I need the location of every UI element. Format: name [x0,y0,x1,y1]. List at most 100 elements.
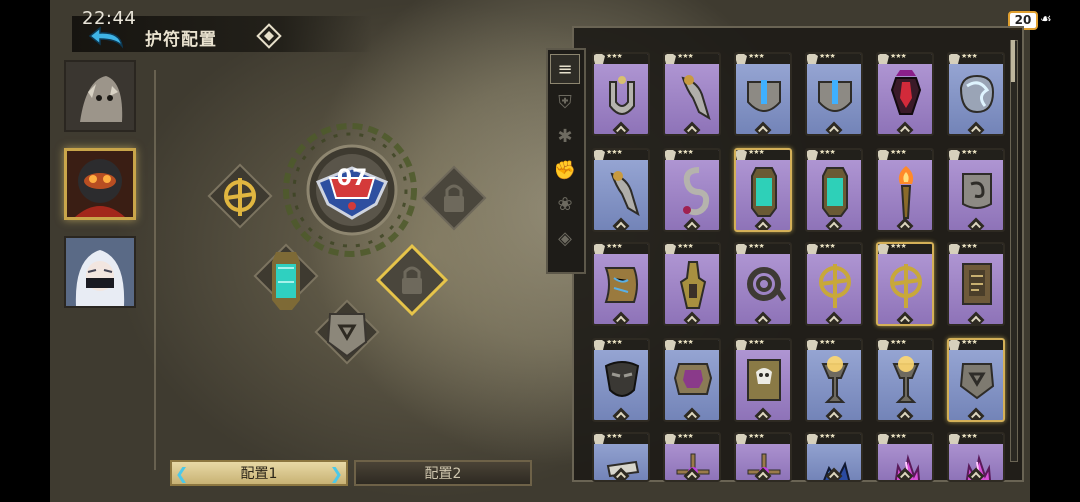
character-slot-girl[interactable] [64,236,136,308]
amulet-card-amethyst-plate[interactable]: ★★★ [663,338,721,422]
amulet-card-red-crystal-totem[interactable]: ★★★ [876,52,934,136]
amulet-card-green-crystal-lantern[interactable]: ★★★ [805,148,863,232]
fist-class-icon[interactable]: ✊ [550,156,580,186]
amulet-card-violet-cross[interactable]: ★★★ [663,432,721,482]
class-badge-icon [807,54,818,64]
class-badge-icon [665,244,676,254]
stone-crest-icon [959,363,995,400]
slot-locked-top-right[interactable] [416,160,492,236]
skull-tome-icon [747,359,781,401]
claw-ring-icon [610,171,640,217]
left-bezel [0,0,50,502]
amulet-card-carved-tablet[interactable]: ★★★ [947,242,1005,326]
amulet-card-skull-tome[interactable]: ★★★ [734,338,792,422]
all-filter-icon[interactable]: ≡ [550,54,580,84]
class-badge-icon [949,244,960,254]
horseshoe-amulet-icon [609,76,635,115]
class-badge-icon [665,54,676,64]
class-badge-icon [665,340,676,350]
class-badge-icon [878,54,889,64]
white-haired-girl-portrait [66,238,134,306]
green-crystal-lantern-icon [751,167,777,217]
amulet-card-pink-crystal-cluster[interactable]: ★★★ [876,432,934,482]
shield-class-icon[interactable]: ⛨ [550,88,580,118]
flame-torch-icon [898,166,914,219]
class-badge-icon [594,54,605,64]
amulet-card-glowing-chalice[interactable]: ★★★ [876,338,934,422]
chevron-right-icon: ❯ [329,464,343,483]
class-badge-icon [949,340,960,350]
class-badge-icon [807,244,818,254]
oil-lamp-icon [679,261,707,309]
amulet-emblem-icon [256,23,282,49]
class-badge-icon [949,54,960,64]
amulet-card-pink-crystal-cluster[interactable]: ★★★ [947,432,1005,482]
amulet-card-coiled-whip[interactable]: ★★★ [734,242,792,326]
back-arrow-icon[interactable] [86,24,132,52]
slot-stone-crest[interactable] [310,292,384,372]
class-badge-icon [736,244,747,254]
carved-tablet-icon [962,263,992,305]
amulet-card-storm-rune-stone[interactable]: ★★★ [947,52,1005,136]
leaf-icon: ☙ [1040,12,1052,27]
red-crystal-totem-icon [890,70,922,115]
serpent-charm-icon [683,167,710,216]
amulet-card-stone-crest[interactable]: ★★★ [947,338,1005,422]
amulet-card-horseshoe-amulet[interactable]: ★★★ [592,52,650,136]
amulet-card-iron-mask[interactable]: ★★★ [592,338,650,422]
tab-label: 配置1 [240,466,278,482]
amulet-card-blue-crystal-horseshoe[interactable]: ★★★ [805,52,863,136]
inventory-scrollbar[interactable] [1010,40,1018,462]
class-badge-icon [878,340,889,350]
scroll-thumb[interactable] [1011,40,1015,82]
class-badge-icon [665,434,676,444]
amulet-card-golden-wheel[interactable]: ★★★ [876,242,934,326]
class-badge-icon [878,434,889,444]
tab-label: 配置2 [424,466,462,482]
wolf-warrior-portrait [66,62,134,130]
class-badge-icon [736,340,747,350]
amulet-card-violet-cross[interactable]: ★★★ [734,432,792,482]
class-badge-icon [807,434,818,444]
page-title: 护符配置 [145,30,217,50]
class-badge-icon [594,434,605,444]
amulet-card-claw-ring[interactable]: ★★★ [663,52,721,136]
class-badge-icon [807,150,818,160]
amethyst-plate-icon [673,363,713,395]
amulet-card-bone-relic[interactable]: ★★★ [592,432,650,482]
divider-line [154,70,156,470]
feather-class-icon[interactable]: ❀ [550,190,580,220]
class-badge-icon [665,150,676,160]
glowing-chalice-icon [892,356,920,403]
character-slot-masked[interactable] [64,148,136,220]
tab-config-2[interactable]: 配置2 [354,460,532,486]
class-badge-icon [807,340,818,350]
iron-mask-icon [604,361,640,397]
claw-class-icon[interactable]: ✱ [550,122,580,152]
character-slot-wolf[interactable] [64,60,136,132]
amulet-card-claw-ring[interactable]: ★★★ [592,148,650,232]
game-screen: { "status_bar": {"time": "22:44", "batte… [0,0,1080,502]
amulet-card-golden-wheel[interactable]: ★★★ [805,242,863,326]
amulet-card-azure-gem-pile[interactable]: ★★★ [805,432,863,482]
class-badge-icon [736,54,747,64]
class-badge-icon [736,150,747,160]
green-crystal-lantern-icon [822,167,848,217]
amulet-card-glowing-chalice[interactable]: ★★★ [805,338,863,422]
amulet-card-ancient-scroll[interactable]: ★★★ [592,242,650,326]
class-badge-icon [949,434,960,444]
slot-golden-wheel[interactable] [202,158,278,234]
coiled-whip-icon [747,267,787,302]
amulet-card-flame-torch[interactable]: ★★★ [876,148,934,232]
tab-config-1[interactable]: ❮ 配置1 ❯ [170,460,348,486]
amulet-card-spiral-stone[interactable]: ★★★ [947,148,1005,232]
eye-class-icon[interactable]: ◈ [550,224,580,254]
amulet-card-oil-lamp[interactable]: ★★★ [663,242,721,326]
golden-wheel-icon [819,264,851,308]
class-badge-icon [594,244,605,254]
amulet-card-green-crystal-lantern[interactable]: ★★★ [734,148,792,232]
amulet-card-blue-crystal-horseshoe[interactable]: ★★★ [734,52,792,136]
golden-wheel-icon [890,264,922,308]
amulet-card-serpent-charm[interactable]: ★★★ [663,148,721,232]
blue-crystal-horseshoe-icon [747,80,781,112]
